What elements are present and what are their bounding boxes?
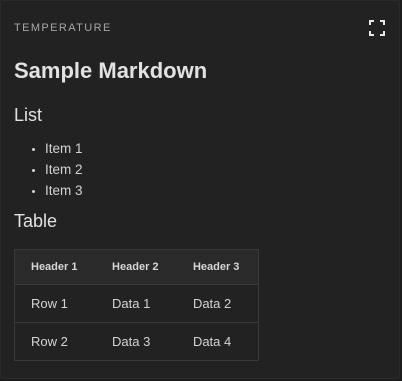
list-item: Item 2 [45,159,388,180]
table-cell: Row 1 [14,284,97,323]
fullscreen-icon [369,20,385,36]
table-cell: Data 2 [176,284,259,323]
table-header-row: Header 1 Header 2 Header 3 [14,249,259,285]
table-cell: Data 3 [96,322,177,361]
list-item: Item 1 [45,138,388,159]
table-header-cell: Header 3 [176,249,259,285]
table-heading: Table [14,211,58,231]
list-heading: List [14,105,43,125]
table-header-cell: Header 1 [14,249,97,285]
bullet-list: Item 1 Item 2 Item 3 [14,138,388,201]
markdown-content: Sample Markdown List Item 1 Item 2 Item … [14,55,388,361]
table-cell: Data 1 [96,284,177,323]
table-row: Row 2 Data 3 Data 4 [14,322,259,361]
table-header-cell: Header 2 [96,249,177,285]
panel-title: TEMPERATURE [14,22,112,34]
table-cell: Row 2 [14,322,97,361]
markdown-table: Header 1 Header 2 Header 3 Row 1 Data 1 … [14,249,259,361]
table-row: Row 1 Data 1 Data 2 [14,284,259,323]
table-cell: Data 4 [176,322,259,361]
list-item: Item 3 [45,180,388,201]
temperature-panel: TEMPERATURE Sample Markdown List Item 1 … [0,0,400,379]
markdown-title: Sample Markdown [14,58,208,83]
fullscreen-button[interactable] [367,18,387,38]
